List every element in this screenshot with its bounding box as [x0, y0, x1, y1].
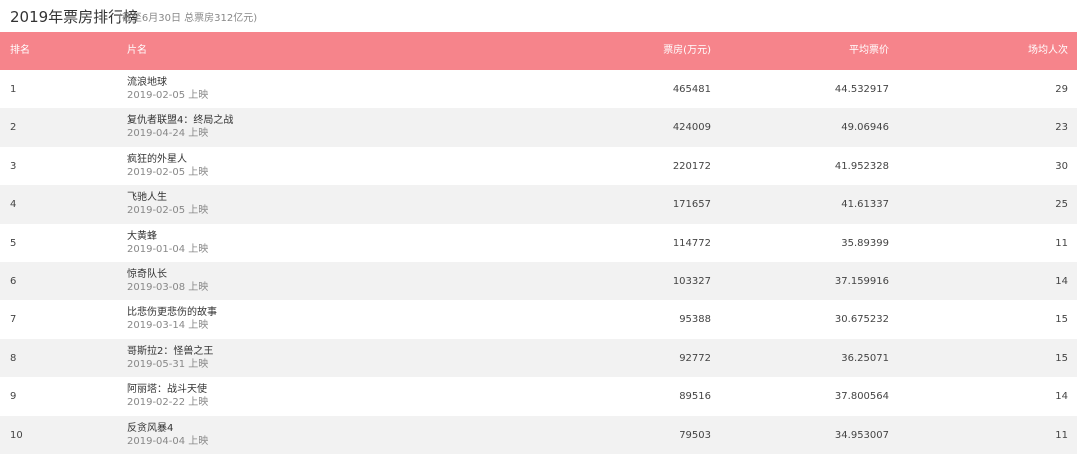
film-cell: 比悲伤更悲伤的故事 2019-03-14 上映	[127, 307, 217, 332]
film-title[interactable]: 疯狂的外星人	[127, 154, 208, 166]
box-office-cell: 220172	[672, 160, 711, 172]
avg-attendance-cell: 25	[1055, 199, 1068, 211]
table-row[interactable]: 9 阿丽塔：战斗天使 2019-02-22 上映 89516 37.800564…	[0, 377, 1077, 415]
film-title[interactable]: 流浪地球	[127, 77, 208, 89]
avg-price-cell: 49.06946	[841, 122, 889, 134]
avg-attendance-cell: 30	[1055, 160, 1068, 172]
avg-price-cell: 41.952328	[834, 160, 889, 172]
avg-attendance-cell: 11	[1055, 429, 1068, 441]
film-cell: 复仇者联盟4：终局之战 2019-04-24 上映	[127, 115, 233, 140]
release-date: 2019-04-24 上映	[127, 128, 209, 140]
avg-attendance-cell: 11	[1055, 237, 1068, 249]
avg-price-cell: 41.61337	[841, 199, 889, 211]
table-row[interactable]: 5 大黄蜂 2019-01-04 上映 114772 35.89399 11	[0, 224, 1077, 262]
page-subtitle: (截至6月30日 总票房312亿元)	[118, 13, 258, 24]
box-office-cell: 424009	[672, 122, 711, 134]
column-header-box-office[interactable]: 票房(万元)	[663, 45, 711, 57]
avg-attendance-cell: 29	[1055, 84, 1068, 95]
box-office-cell: 103327	[672, 275, 711, 287]
release-date: 2019-02-05 上映	[127, 166, 209, 178]
film-title[interactable]: 飞驰人生	[127, 192, 208, 204]
table-row[interactable]: 8 哥斯拉2：怪兽之王 2019-05-31 上映 92772 36.25071…	[0, 338, 1077, 378]
release-date: 2019-03-08 上映	[127, 281, 209, 293]
table-row[interactable]: 10 反贪风暴4 2019-04-04 上映 79503 34.953007 1…	[0, 415, 1077, 454]
rank-cell: 9	[10, 391, 17, 403]
table-row[interactable]: 6 惊奇队长 2019-03-08 上映 103327 37.159916 14	[0, 261, 1077, 301]
page-header: 2019年票房排行榜 (截至6月30日 总票房312亿元)	[0, 0, 1080, 32]
release-date: 2019-02-05 上映	[127, 90, 209, 101]
film-title[interactable]: 反贪风暴4	[127, 423, 208, 435]
film-cell: 飞驰人生 2019-02-05 上映	[127, 192, 208, 217]
avg-price-cell: 44.532917	[834, 84, 889, 95]
film-title[interactable]: 阿丽塔：战斗天使	[127, 384, 208, 396]
box-office-cell: 79503	[679, 429, 711, 441]
release-date: 2019-05-31 上映	[127, 358, 209, 370]
box-office-table: 排名 片名 票房(万元) 平均票价 场均人次 1 流浪地球 2019-02-05…	[0, 32, 1077, 454]
avg-attendance-cell: 14	[1055, 391, 1068, 403]
release-date: 2019-03-14 上映	[127, 320, 209, 332]
rank-cell: 3	[10, 160, 17, 172]
column-header-avg-attendance[interactable]: 场均人次	[1028, 45, 1068, 57]
box-office-cell: 171657	[672, 199, 711, 211]
box-office-cell: 89516	[679, 391, 711, 403]
box-office-cell: 92772	[679, 352, 711, 364]
table-row[interactable]: 3 疯狂的外星人 2019-02-05 上映 220172 41.952328 …	[0, 147, 1077, 185]
column-header-rank[interactable]: 排名	[10, 45, 30, 57]
rank-cell: 8	[10, 352, 17, 364]
table-row[interactable]: 4 飞驰人生 2019-02-05 上映 171657 41.61337 25	[0, 185, 1077, 224]
release-date: 2019-02-22 上映	[127, 397, 209, 409]
release-date: 2019-01-04 上映	[127, 243, 209, 255]
avg-price-cell: 37.159916	[834, 275, 889, 287]
column-header-name[interactable]: 片名	[127, 45, 147, 57]
avg-price-cell: 37.800564	[834, 391, 889, 403]
table-header-row: 排名 片名 票房(万元) 平均票价 场均人次	[0, 32, 1077, 70]
film-title[interactable]: 大黄蜂	[127, 231, 208, 243]
avg-price-cell: 30.675232	[834, 314, 889, 326]
film-cell: 流浪地球 2019-02-05 上映	[127, 77, 208, 102]
table-row[interactable]: 7 比悲伤更悲伤的故事 2019-03-14 上映 95388 30.67523…	[0, 300, 1077, 338]
film-title[interactable]: 哥斯拉2：怪兽之王	[127, 346, 213, 358]
avg-attendance-cell: 15	[1055, 314, 1068, 326]
box-office-cell: 465481	[672, 84, 711, 95]
avg-price-cell: 34.953007	[834, 429, 889, 441]
rank-cell: 1	[10, 84, 17, 95]
film-cell: 哥斯拉2：怪兽之王 2019-05-31 上映	[127, 346, 213, 371]
rank-cell: 6	[10, 275, 17, 287]
film-title[interactable]: 惊奇队长	[127, 269, 208, 281]
rank-cell: 5	[10, 237, 17, 249]
film-title[interactable]: 复仇者联盟4：终局之战	[127, 115, 233, 127]
rank-cell: 4	[10, 199, 17, 211]
avg-price-cell: 36.25071	[841, 352, 889, 364]
avg-attendance-cell: 14	[1055, 275, 1068, 287]
film-cell: 阿丽塔：战斗天使 2019-02-22 上映	[127, 384, 208, 409]
release-date: 2019-04-04 上映	[127, 435, 209, 447]
table-row[interactable]: 1 流浪地球 2019-02-05 上映 465481 44.532917 29	[0, 70, 1077, 108]
rank-cell: 7	[10, 314, 17, 326]
rank-cell: 10	[10, 429, 23, 441]
film-cell: 大黄蜂 2019-01-04 上映	[127, 231, 208, 256]
avg-attendance-cell: 15	[1055, 352, 1068, 364]
film-cell: 疯狂的外星人 2019-02-05 上映	[127, 154, 208, 179]
avg-attendance-cell: 23	[1055, 122, 1068, 134]
film-cell: 惊奇队长 2019-03-08 上映	[127, 269, 208, 294]
release-date: 2019-02-05 上映	[127, 205, 209, 217]
column-header-avg-price[interactable]: 平均票价	[849, 45, 889, 57]
film-title[interactable]: 比悲伤更悲伤的故事	[127, 307, 217, 319]
box-office-cell: 95388	[679, 314, 711, 326]
box-office-cell: 114772	[672, 237, 711, 249]
rank-cell: 2	[10, 122, 17, 134]
table-row[interactable]: 2 复仇者联盟4：终局之战 2019-04-24 上映 424009 49.06…	[0, 108, 1077, 147]
avg-price-cell: 35.89399	[841, 237, 889, 249]
film-cell: 反贪风暴4 2019-04-04 上映	[127, 423, 208, 448]
